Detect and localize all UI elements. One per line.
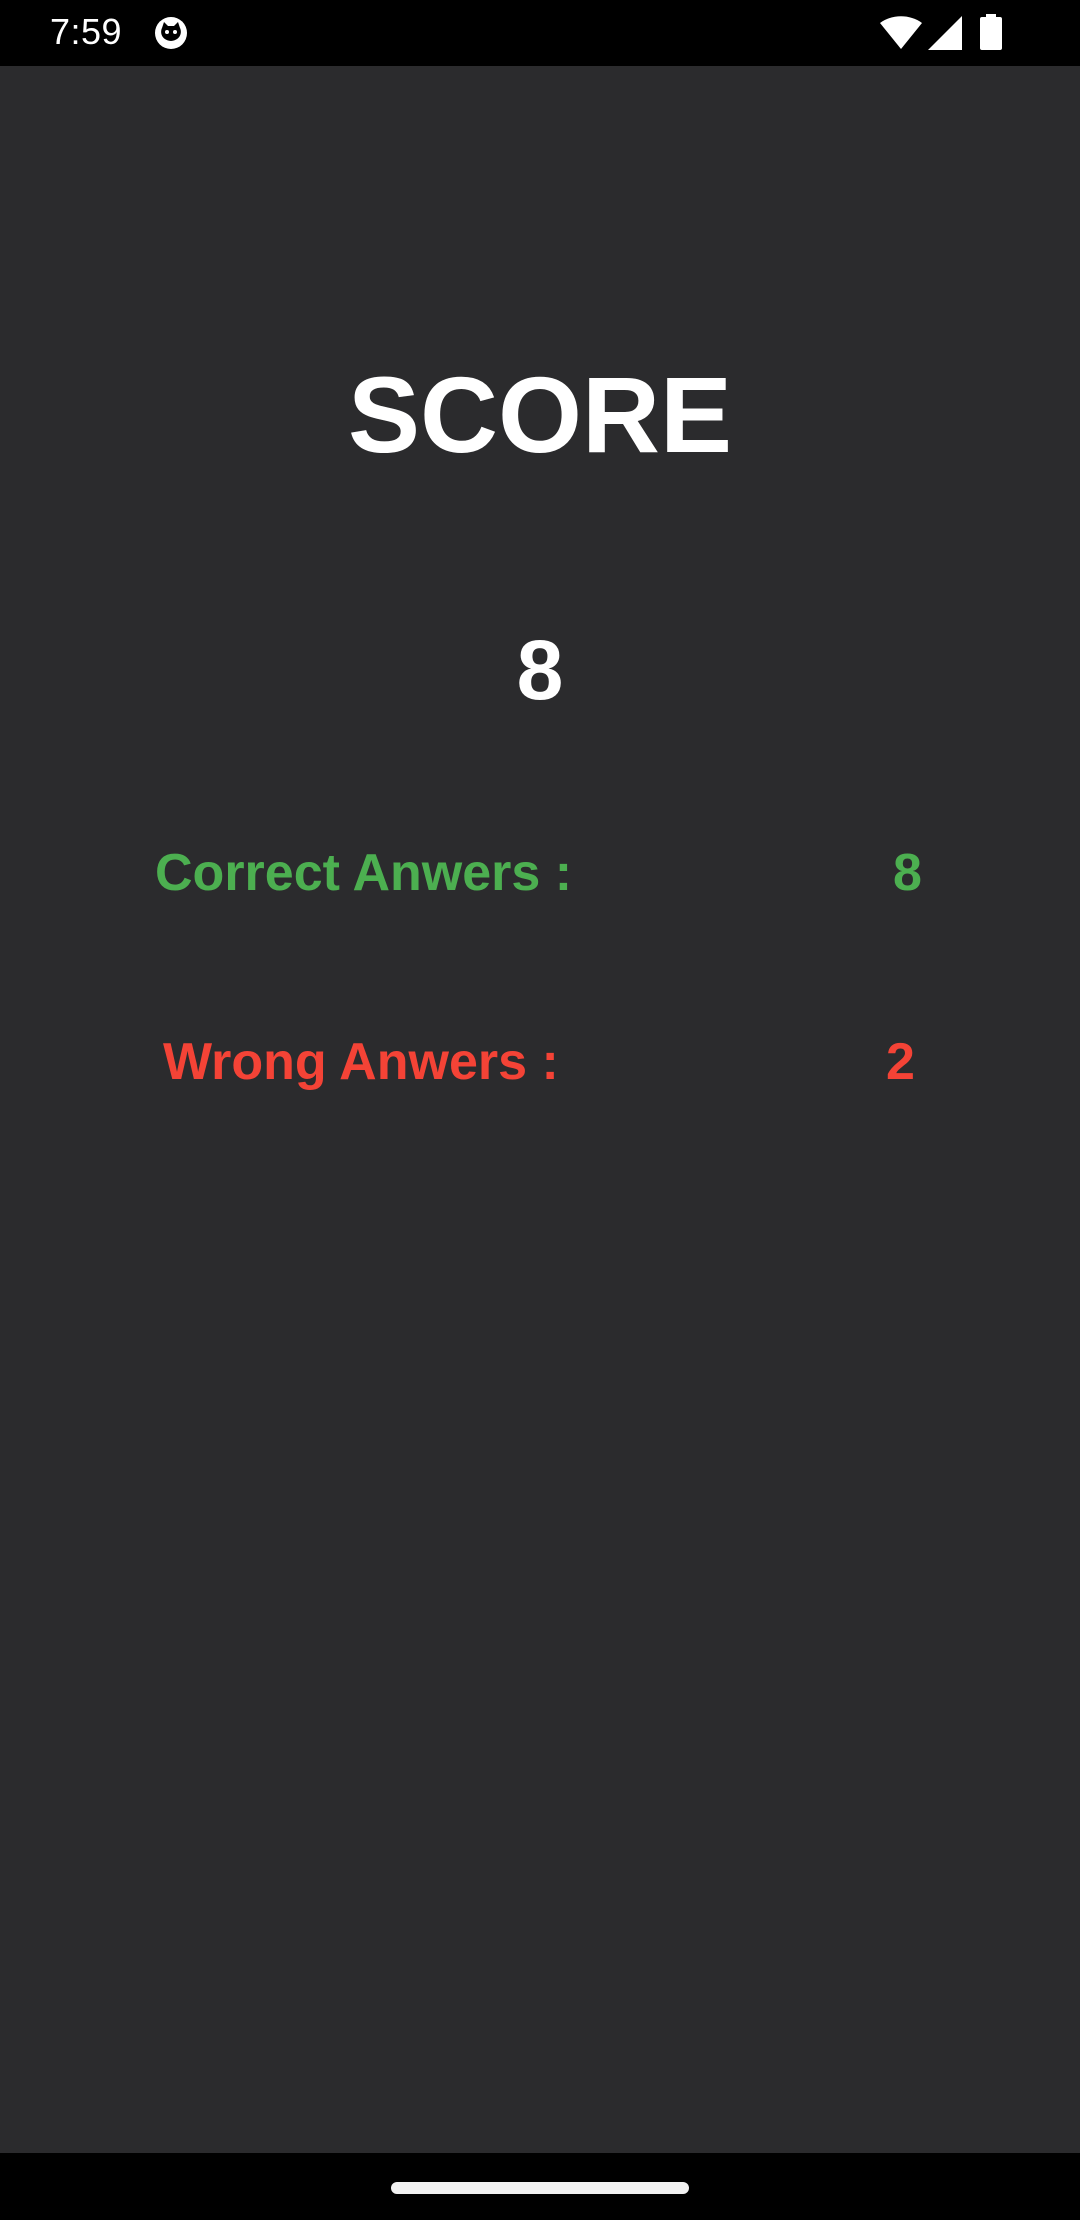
correct-answers-label: Correct Anwers :: [155, 844, 573, 902]
correct-answers-row: Correct Anwers : 8: [0, 838, 1080, 908]
wrong-answers-value: 2: [886, 1033, 915, 1091]
home-gesture-handle[interactable]: [391, 2182, 689, 2194]
correct-answers-value: 8: [893, 844, 922, 902]
score-screen: 7:59 SCORE 8 Correct Anwers : 8 Wrong An…: [0, 0, 1080, 2220]
wrong-answers-row: Wrong Anwers : 2: [0, 1027, 1080, 1097]
wrong-answers-label: Wrong Anwers :: [163, 1033, 559, 1091]
signal-icon: [928, 16, 962, 50]
status-time: 7:59: [50, 11, 123, 52]
score-title: SCORE: [347, 354, 733, 475]
cat-notification-icon: [155, 17, 187, 49]
score-value: 8: [516, 623, 564, 717]
navigation-bar: [0, 2153, 1080, 2220]
wifi-icon: [880, 16, 922, 49]
status-bar: 7:59: [0, 0, 1080, 66]
battery-icon: [980, 14, 1002, 50]
